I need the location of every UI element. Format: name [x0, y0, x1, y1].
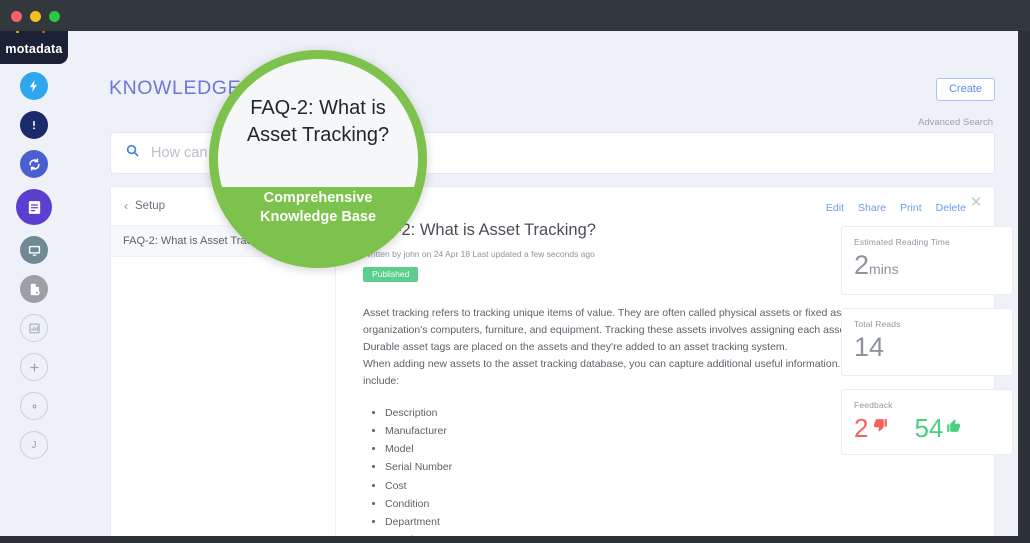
reading-time-unit: mins [869, 261, 899, 277]
logo-wordmark: motadata [5, 41, 63, 56]
refresh-icon[interactable] [20, 150, 48, 178]
edit-link[interactable]: Edit [826, 202, 844, 214]
share-link[interactable]: Share [858, 202, 886, 214]
sidebar-icon-list: J [0, 72, 68, 459]
settings-icon[interactable] [20, 392, 48, 420]
monitor-icon[interactable] [20, 236, 48, 264]
total-reads-label: Total Reads [854, 318, 901, 329]
chevron-left-icon: ‹ [124, 199, 128, 213]
breadcrumb-label: Setup [135, 200, 166, 212]
analytics-icon[interactable] [20, 314, 48, 342]
create-button[interactable]: Create [935, 78, 995, 101]
report-config-icon[interactable] [20, 275, 48, 303]
print-link[interactable]: Print [900, 202, 922, 214]
alert-icon[interactable] [20, 111, 48, 139]
status-badge: Published [363, 267, 419, 282]
logo-dots-decoration [16, 31, 46, 34]
promo-badge-top: FAQ-2: What is Asset Tracking? [218, 59, 418, 187]
promo-badge-overlay: FAQ-2: What is Asset Tracking? Comprehen… [209, 50, 427, 268]
window-controls [11, 11, 60, 22]
feedback-positive-count: 54 [914, 413, 944, 444]
reading-time-value: 2mins [854, 250, 1000, 281]
reading-time-label: Estimated Reading Time [854, 237, 950, 247]
feedback-label: Feedback [854, 400, 893, 411]
user-avatar-initial: J [31, 439, 37, 451]
window-titlebar [0, 0, 1030, 31]
promo-badge-headline: FAQ-2: What is Asset Tracking? [246, 97, 390, 146]
window-bottom-edge [0, 536, 1030, 543]
advanced-search-link[interactable]: Advanced Search [918, 117, 993, 128]
feedback-card: Feedback 2 54 [841, 389, 1013, 456]
delete-link[interactable]: Delete [936, 202, 966, 214]
thumbs-down-icon [871, 417, 888, 439]
window-right-edge [1018, 31, 1030, 543]
flash-icon[interactable] [20, 72, 48, 100]
user-avatar[interactable]: J [20, 431, 48, 459]
add-icon[interactable] [20, 353, 48, 381]
app-window: motadata J KNOWLEDGE BASE Create Advance… [0, 0, 1030, 543]
motadata-logo[interactable]: motadata [0, 31, 68, 64]
reading-time-number: 2 [854, 250, 870, 280]
sidebar-item-knowledge-base[interactable] [16, 189, 52, 225]
feedback-positive[interactable]: 54 [914, 415, 963, 441]
total-reads-value: 14 [854, 331, 885, 362]
article-actions: Edit Share Print Delete [826, 202, 966, 214]
list-item: Condition [385, 495, 968, 513]
feedback-counts: 2 54 [854, 415, 1000, 441]
thumbs-up-icon [946, 417, 963, 439]
minimize-window-button[interactable] [30, 11, 41, 22]
article-stats-column: Estimated Reading Time 2mins Total Reads… [841, 226, 1013, 456]
estimated-reading-time-card: Estimated Reading Time 2mins [841, 226, 1013, 295]
feedback-negative-count: 2 [854, 413, 869, 444]
sidebar-rail: motadata J [0, 31, 68, 536]
list-item: Serial Number [385, 458, 968, 476]
promo-badge-subtitle: Comprehensive Knowledge Base [259, 190, 377, 226]
list-item: Cost [385, 477, 968, 495]
promo-badge-inner: FAQ-2: What is Asset Tracking? Comprehen… [218, 59, 418, 259]
list-item: Department [385, 513, 968, 531]
feedback-negative[interactable]: 2 [854, 415, 888, 441]
zoom-window-button[interactable] [49, 11, 60, 22]
app-viewport: motadata J KNOWLEDGE BASE Create Advance… [0, 31, 1018, 536]
close-window-button[interactable] [11, 11, 22, 22]
search-icon [125, 143, 140, 163]
total-reads-card: Total Reads 14 [841, 307, 1013, 377]
